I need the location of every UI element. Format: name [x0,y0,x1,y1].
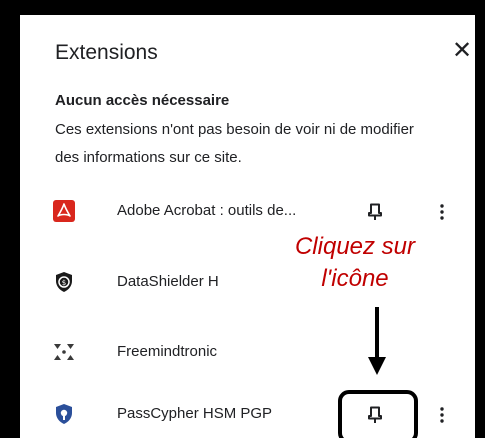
annotation-line-1: Cliquez sur [294,233,416,260]
panel-title: Extensions [55,41,158,64]
svg-text:$: $ [62,279,66,287]
pin-icon[interactable] [360,197,390,227]
freemindtronic-icon [54,344,74,360]
annotation-line-2: l'icône [321,265,389,292]
adobe-acrobat-icon [53,200,75,222]
more-options-icon[interactable] [432,197,452,227]
passcypher-icon [56,404,72,424]
section-description: Ces extensions n'ont pas besoin de voir … [55,121,414,166]
extension-name: PassCypher HSM PGP [117,405,273,422]
extension-name: Adobe Acrobat : outils de... [117,202,297,219]
extensions-panel: Extensions ✕ Aucun accès nécessaire Ces … [20,15,475,438]
extension-row-freemindtronic[interactable]: Freemindtronic [20,333,475,373]
more-options-icon[interactable] [432,400,452,430]
extension-name: Freemindtronic [117,343,218,360]
close-icon[interactable]: ✕ [450,39,474,63]
extension-name: DataShielder H [117,273,219,290]
annotation-arrow-icon [368,307,386,375]
datashielder-icon: $ [56,272,72,292]
extension-row-adobe-acrobat[interactable]: Adobe Acrobat : outils de... [20,192,475,232]
section-title: Aucun accès nécessaire [55,92,230,109]
annotation-callout: Cliquez sur l'icône [270,231,440,295]
pin-highlight-box [338,390,418,438]
